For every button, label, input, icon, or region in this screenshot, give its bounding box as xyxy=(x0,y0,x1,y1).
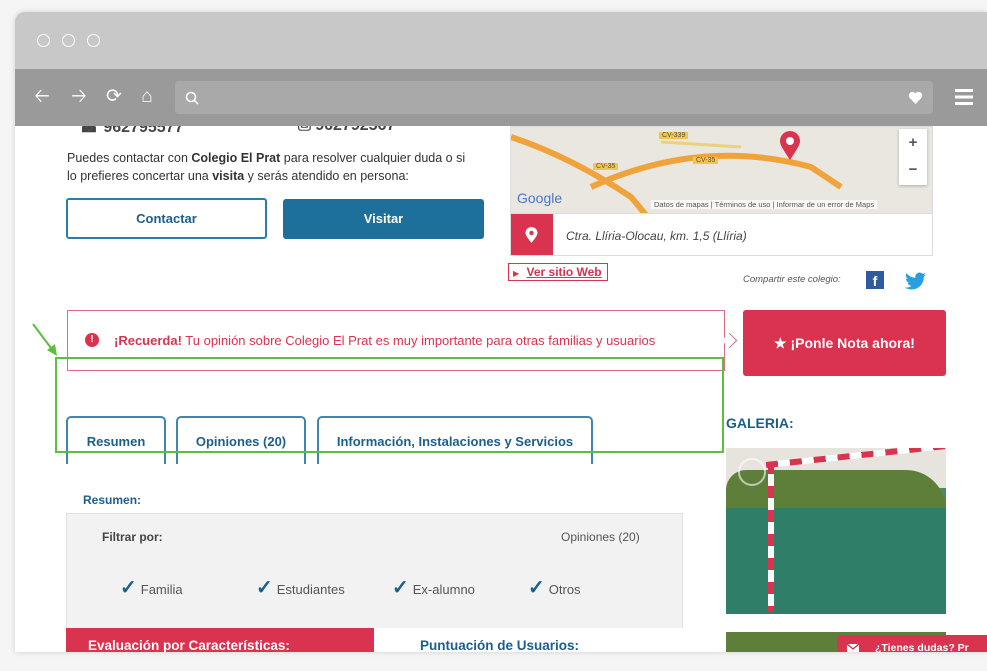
contact-intro: Puedes contactar con Colegio El Prat par… xyxy=(67,149,497,185)
contact-button[interactable]: Contactar xyxy=(66,198,267,239)
filter-label-text: Ex-alumno xyxy=(412,582,475,597)
filter-estudiantes[interactable]: ✓ Estudiantes xyxy=(256,575,345,600)
phone-number-1: ☎ 962795577 xyxy=(79,126,183,137)
home-icon[interactable]: ⌂ xyxy=(136,85,158,109)
caret-right-icon: ▶ xyxy=(513,269,520,278)
intro-text: para resolver cualquier duda o si xyxy=(280,151,466,165)
filter-ex-alumno[interactable]: ✓ Ex-alumno xyxy=(392,575,475,600)
goal-post xyxy=(768,462,774,612)
phone-number-2-text: 962792567 xyxy=(315,126,395,134)
opinions-count: Opiniones (20) xyxy=(561,530,640,544)
road-label-cv35-a: CV-35 xyxy=(593,163,619,170)
website-link-text: Ver sitio Web xyxy=(526,265,602,279)
reload-icon[interactable]: ⟳ xyxy=(103,85,125,109)
evaluation-header-text: Evaluación por Características: xyxy=(88,638,290,652)
map-marker-icon[interactable] xyxy=(779,131,801,161)
rate-now-label: ¡Ponle Nota ahora! xyxy=(790,335,915,351)
window-minimize-dot[interactable] xyxy=(62,34,75,47)
intro-text: y serás atendido en persona: xyxy=(244,169,409,183)
google-logo: Google xyxy=(517,190,563,206)
attribution-report[interactable]: Informar de un error de Maps xyxy=(777,200,875,209)
filter-label-text: Familia xyxy=(140,582,183,597)
chat-label: ¿Tienes dudas? Pr xyxy=(875,642,969,652)
reminder-strong: ¡Recuerda! xyxy=(114,333,182,348)
window-close-dot[interactable] xyxy=(37,34,50,47)
gallery-court xyxy=(726,508,946,614)
share-label: Compartir este colegio: xyxy=(743,274,841,285)
summary-title: Resumen: xyxy=(83,493,142,507)
zoom-in-button[interactable]: + xyxy=(899,129,927,157)
browser-toolbar: 🡠 🡢 ⟳ ⌂ xyxy=(15,69,987,126)
page-content: ☎ 962795577 ⎙ 962792567 Puedes contactar… xyxy=(15,126,987,652)
back-arrow-icon[interactable]: 🡠 xyxy=(31,85,53,109)
website-link[interactable]: ▶ Ver sitio Web xyxy=(508,263,608,281)
zoom-out-button[interactable]: − xyxy=(899,157,927,185)
road-label-cv35-b: CV-35 xyxy=(693,157,719,164)
filter-label-text: Otros xyxy=(548,582,581,597)
map-attribution: Datos de mapas | Términos de uso | Infor… xyxy=(651,200,878,209)
location-pin-box xyxy=(511,214,553,255)
facebook-icon[interactable]: f xyxy=(866,271,884,289)
star-icon: ★ xyxy=(774,335,787,351)
school-name: Colegio El Prat xyxy=(191,151,281,165)
reminder-text: ¡Recuerda! Tu opinión sobre Colegio El P… xyxy=(114,333,655,348)
zoom-controls: + − xyxy=(899,129,927,185)
users-score-area: Puntuación de Usuarios: xyxy=(374,628,683,652)
visit-word: visita xyxy=(212,169,245,183)
filter-otros[interactable]: ✓ Otros xyxy=(528,575,581,600)
checkmark-icon: ✓ xyxy=(256,577,273,599)
reminder-message: Tu opinión sobre Colegio El Prat es muy … xyxy=(181,333,656,348)
filter-label: Filtrar por: xyxy=(102,530,163,544)
address-text: Ctra. Llíria-Olocau, km. 1,5 (Llíria) xyxy=(566,229,747,243)
visit-button[interactable]: Visitar xyxy=(283,199,484,239)
address-bar-row: Ctra. Llíria-Olocau, km. 1,5 (Llíria) xyxy=(511,213,932,255)
highlight-box xyxy=(55,357,724,453)
evaluation-header: Evaluación por Características: xyxy=(66,628,374,652)
phone-number-2: ⎙ 962792567 xyxy=(298,126,395,135)
gallery-watermark-icon xyxy=(738,458,766,486)
envelope-icon xyxy=(847,644,859,652)
location-pin-icon xyxy=(525,227,538,243)
gallery-title: GALERIA: xyxy=(726,415,794,431)
window-maximize-dot[interactable] xyxy=(87,34,100,47)
checkmark-icon: ✓ xyxy=(528,577,545,599)
attribution-map-data[interactable]: Datos de mapas xyxy=(654,200,709,209)
heart-icon[interactable] xyxy=(908,91,923,105)
title-bar xyxy=(15,12,987,69)
menu-icon[interactable] xyxy=(955,88,973,106)
annotation-arrow-icon xyxy=(32,323,57,356)
filter-label-text: Estudiantes xyxy=(276,582,345,597)
attribution-terms[interactable]: Términos de uso xyxy=(715,200,771,209)
location-map[interactable]: CV-339 CV-35 CV-35 + − Google Datos de m… xyxy=(510,126,933,256)
road-label-cv339: CV-339 xyxy=(659,132,689,139)
users-score-header: Puntuación de Usuarios: xyxy=(420,638,580,652)
phone-number-1-text: 962795577 xyxy=(103,126,184,136)
filter-familia[interactable]: ✓ Familia xyxy=(120,575,183,600)
checkmark-icon: ✓ xyxy=(392,577,409,599)
intro-text: Puedes contactar con xyxy=(67,151,192,165)
browser-window: 🡠 🡢 ⟳ ⌂ ☎ 962795577 ⎙ 962792567 Puedes c… xyxy=(15,12,987,652)
checkmark-icon: ✓ xyxy=(120,577,137,599)
rate-now-button[interactable]: ★ ¡Ponle Nota ahora! xyxy=(743,310,946,376)
address-bar[interactable] xyxy=(175,81,933,114)
alert-icon: ! xyxy=(85,333,99,347)
search-icon xyxy=(185,91,199,105)
gallery-image[interactable] xyxy=(726,448,946,614)
chat-button[interactable]: ¿Tienes dudas? Pr xyxy=(837,635,987,652)
forward-arrow-icon[interactable]: 🡢 xyxy=(68,85,90,109)
intro-text: lo prefieres concertar una xyxy=(67,169,213,183)
twitter-icon[interactable] xyxy=(905,272,927,290)
